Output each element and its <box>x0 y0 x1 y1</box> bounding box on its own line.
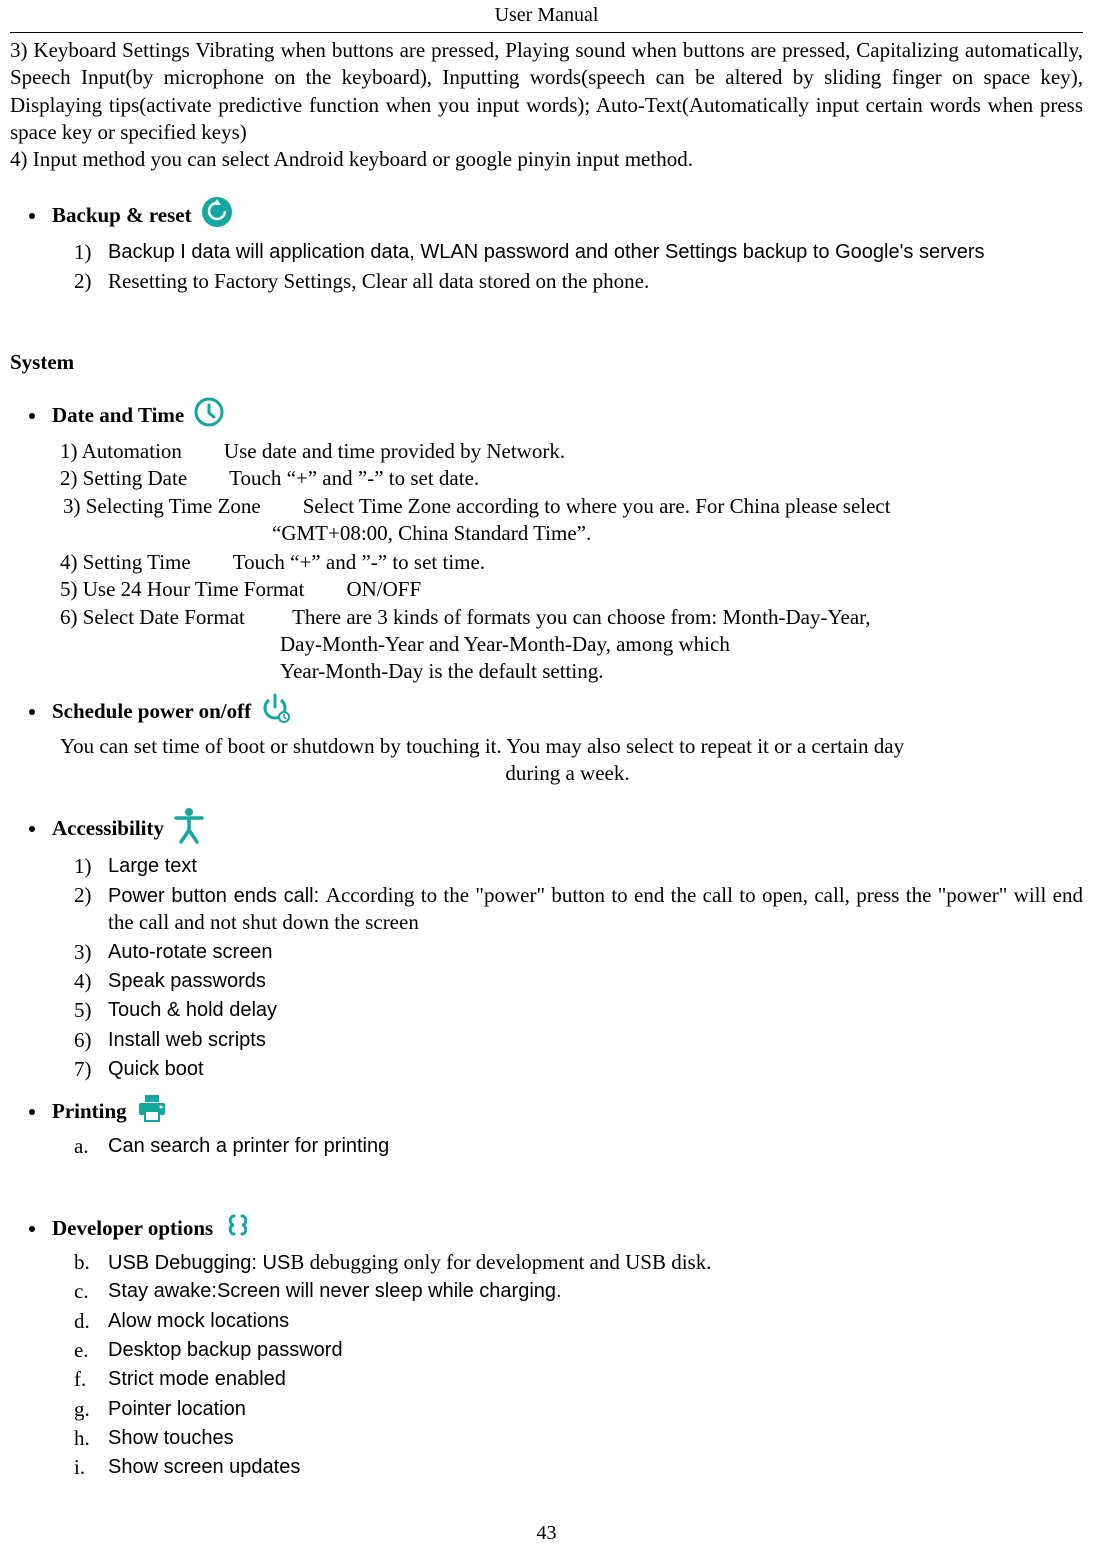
schedule-power-title: Schedule power on/off <box>52 698 251 725</box>
backup-reset-icon <box>200 195 234 236</box>
developer-options-icon <box>221 1210 255 1247</box>
power-schedule-icon <box>259 692 291 731</box>
dt-row-1: 1) Automation Use date and time provided… <box>60 438 1083 465</box>
bullet-printing: Printing a. Can search a printer for pr <box>48 1093 1083 1162</box>
schedule-desc-2: during a week. <box>52 760 1083 787</box>
printing-title: Printing <box>52 1098 127 1125</box>
keyboard-settings-para: 3) Keyboard Settings Vibrating when butt… <box>10 37 1083 146</box>
bullet-backup-reset: Backup & reset 1) Backup I data will app… <box>48 195 1083 297</box>
doc-header: User Manual <box>10 0 1083 33</box>
clock-icon <box>192 395 226 436</box>
bullet-schedule-power: Schedule power on/off You can set time o… <box>48 692 1083 788</box>
developer-item: d.Alow mock locations <box>74 1308 1083 1337</box>
accessibility-title: Accessibility <box>52 815 164 842</box>
schedule-desc-1: You can set time of boot or shutdown by … <box>60 733 1083 760</box>
developer-item: h.Show touches <box>74 1425 1083 1454</box>
bullet-developer-options: Developer options b.USB Debugging: USB d… <box>48 1210 1083 1484</box>
accessibility-icon <box>172 806 206 851</box>
bullet-date-time: Date and Time 1) Automation Use date and… <box>48 395 1083 686</box>
dt-row-3-cont: “GMT+08:00, China Standard Time”. <box>272 520 1083 547</box>
backup-reset-title: Backup & reset <box>52 202 192 229</box>
dt-row-5: 5) Use 24 Hour Time Format ON/OFF <box>60 576 1083 603</box>
dt-row-6: 6) Select Date Format There are 3 kinds … <box>60 604 1083 631</box>
developer-item: f.Strict mode enabled <box>74 1366 1083 1395</box>
accessibility-item: 7)Quick boot <box>74 1056 1083 1085</box>
accessibility-item: 1)Large text <box>74 853 1083 882</box>
dt-row-3: 3) Selecting Time Zone Select Time Zone … <box>42 493 1083 520</box>
backup-item-1: 1) Backup I data will application data, … <box>74 239 1083 268</box>
developer-item: g.Pointer location <box>74 1396 1083 1425</box>
dt-row-4: 4) Setting Time Touch “+” and ”-” to set… <box>60 549 1083 576</box>
system-heading: System <box>10 349 1083 376</box>
date-time-title: Date and Time <box>52 402 184 429</box>
developer-item: c.Stay awake:Screen will never sleep whi… <box>74 1278 1083 1307</box>
printing-item-a: a. Can search a printer for printing <box>74 1133 1083 1162</box>
accessibility-item: 3)Auto-rotate screen <box>74 939 1083 968</box>
developer-options-title: Developer options <box>52 1215 213 1242</box>
developer-item: b.USB Debugging: USB debugging only for … <box>74 1249 1083 1278</box>
dt-row-6-cont1: Day-Month-Year and Year-Month-Day, among… <box>280 631 1083 658</box>
developer-item: e.Desktop backup password <box>74 1337 1083 1366</box>
developer-item: i.Show screen updates <box>74 1454 1083 1483</box>
accessibility-item: 2)Power button ends call: According to t… <box>74 882 1083 939</box>
dt-row-6-cont2: Year-Month-Day is the default setting. <box>280 658 1083 685</box>
accessibility-item: 5)Touch & hold delay <box>74 997 1083 1026</box>
input-method-para: 4) Input method you can select Android k… <box>10 146 1083 173</box>
page-number: 43 <box>0 1520 1093 1546</box>
accessibility-item: 4)Speak passwords <box>74 968 1083 997</box>
backup-item-2: 2) Resetting to Factory Settings, Clear … <box>74 268 1083 297</box>
dt-row-2: 2) Setting Date Touch “+” and ”-” to set… <box>60 465 1083 492</box>
bullet-accessibility: Accessibility 1)Large text2)Power button… <box>48 806 1083 1086</box>
printer-icon <box>135 1093 169 1130</box>
accessibility-item: 6)Install web scripts <box>74 1027 1083 1056</box>
